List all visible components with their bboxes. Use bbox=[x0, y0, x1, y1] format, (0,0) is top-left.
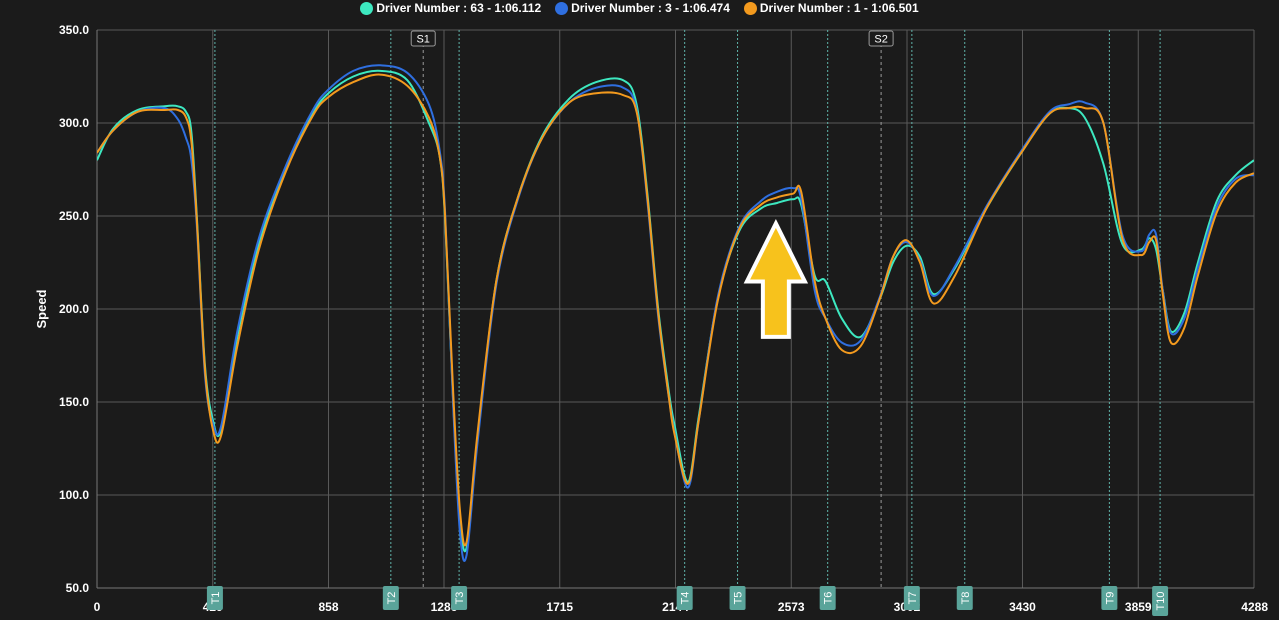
speed-trace-chart: 50.0100.0150.0200.0250.0300.0350.0042985… bbox=[34, 23, 1268, 616]
annotation-arrow bbox=[743, 218, 809, 339]
turn-label: T2 bbox=[386, 592, 398, 605]
x-tick-label: 3430 bbox=[1009, 600, 1036, 614]
x-tick-label: 858 bbox=[318, 600, 338, 614]
turn-label: T3 bbox=[454, 592, 466, 605]
x-tick-label: 4288 bbox=[1241, 600, 1268, 614]
y-tick-label: 200.0 bbox=[59, 302, 89, 316]
turn-label: T9 bbox=[1104, 592, 1116, 605]
turn-label: T6 bbox=[823, 592, 835, 605]
x-tick-label: 0 bbox=[94, 600, 101, 614]
x-tick-label: 1715 bbox=[546, 600, 573, 614]
turn-label: T7 bbox=[907, 592, 919, 605]
turn-label: T5 bbox=[733, 592, 745, 605]
y-tick-label: 250.0 bbox=[59, 209, 89, 223]
y-tick-label: 150.0 bbox=[59, 395, 89, 409]
x-tick-label: 2573 bbox=[778, 600, 805, 614]
sector-label: S1 bbox=[416, 34, 429, 46]
y-axis-title: Speed bbox=[34, 289, 49, 328]
y-tick-label: 50.0 bbox=[66, 581, 90, 595]
turn-label: T10 bbox=[1155, 592, 1167, 611]
y-tick-label: 100.0 bbox=[59, 488, 89, 502]
sector-label: S2 bbox=[874, 34, 887, 46]
y-tick-label: 300.0 bbox=[59, 116, 89, 130]
turn-label: T4 bbox=[680, 592, 692, 605]
x-tick-label: 3859 bbox=[1125, 600, 1152, 614]
y-tick-label: 350.0 bbox=[59, 23, 89, 37]
turn-label: T8 bbox=[960, 592, 972, 605]
turn-label: T1 bbox=[210, 592, 222, 605]
